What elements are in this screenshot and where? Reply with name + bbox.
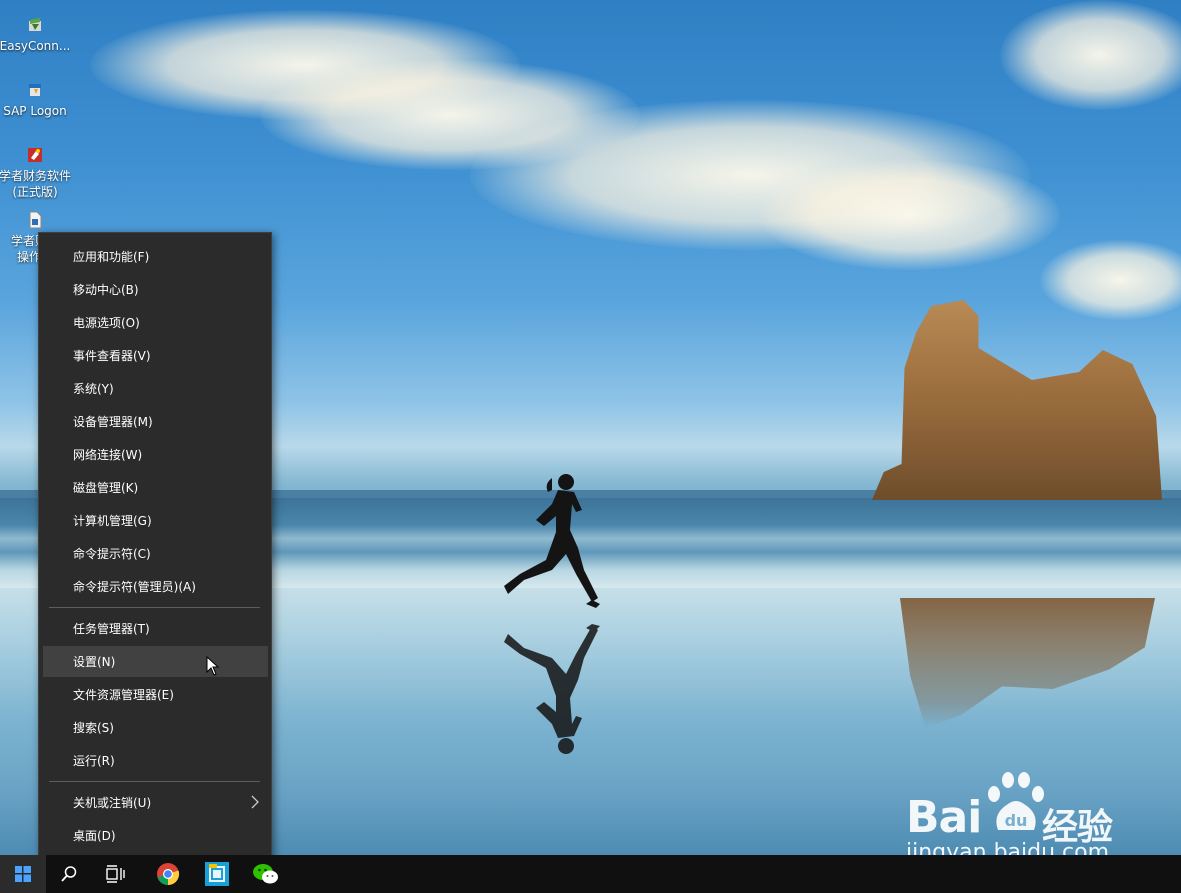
menu-item-file-explorer[interactable]: 文件资源管理器(E) bbox=[43, 679, 268, 710]
wallpaper-cloud bbox=[760, 160, 1060, 270]
taskbar-app-button[interactable] bbox=[194, 855, 240, 893]
menu-item-label: 计算机管理(G) bbox=[73, 514, 152, 528]
menu-item-event-viewer[interactable]: 事件查看器(V) bbox=[43, 340, 268, 371]
menu-item-disk-management[interactable]: 磁盘管理(K) bbox=[43, 472, 268, 503]
menu-item-label: 命令提示符(C) bbox=[73, 547, 151, 561]
watermark-brand: Bai bbox=[906, 792, 982, 843]
menu-item-apps-features[interactable]: 应用和功能(F) bbox=[43, 241, 268, 272]
easyconnect-icon bbox=[29, 18, 41, 31]
menu-item-label: 磁盘管理(K) bbox=[73, 481, 139, 495]
menu-item-system[interactable]: 系统(Y) bbox=[43, 373, 268, 404]
menu-item-desktop[interactable]: 桌面(D) bbox=[43, 820, 268, 851]
menu-item-network-connections[interactable]: 网络连接(W) bbox=[43, 439, 268, 470]
menu-item-settings[interactable]: 设置(N) bbox=[43, 646, 268, 677]
desktop-icon-easyconnect[interactable]: EasyConn... bbox=[0, 16, 70, 54]
wallpaper-cloud bbox=[1040, 240, 1181, 320]
desktop-icon-finance-software[interactable]: 学者财务软件 (正式版) bbox=[0, 146, 72, 200]
desktop-icon-label: SAP Logon bbox=[3, 104, 67, 118]
taskbar-wechat-button[interactable] bbox=[243, 855, 289, 893]
menu-item-power-options[interactable]: 电源选项(O) bbox=[43, 307, 268, 338]
menu-item-mobility-center[interactable]: 移动中心(B) bbox=[43, 274, 268, 305]
menu-item-run[interactable]: 运行(R) bbox=[43, 745, 268, 776]
baidu-jingyan-watermark: Bai du 经验 jingyan.baidu.com bbox=[906, 770, 1176, 866]
document-icon bbox=[29, 211, 42, 229]
menu-item-label: 事件查看器(V) bbox=[73, 349, 151, 363]
start-button[interactable] bbox=[0, 855, 46, 893]
taskbar-search-button[interactable] bbox=[46, 855, 92, 893]
menu-item-label: 系统(Y) bbox=[73, 382, 114, 396]
desktop-icon-label: 学者财务软件 bbox=[0, 169, 72, 183]
menu-item-label: 电源选项(O) bbox=[73, 316, 140, 330]
menu-separator bbox=[49, 781, 260, 782]
menu-item-shutdown-signout[interactable]: 关机或注销(U) bbox=[43, 787, 268, 818]
baidu-paw-icon: du bbox=[988, 772, 1044, 830]
wechat-icon bbox=[253, 864, 278, 884]
taskbar bbox=[0, 855, 1181, 893]
menu-item-label: 任务管理器(T) bbox=[73, 622, 150, 636]
app-icon bbox=[205, 862, 229, 886]
wallpaper-cloud bbox=[1000, 0, 1181, 110]
sap-logon-icon bbox=[29, 84, 41, 96]
menu-item-label: 文件资源管理器(E) bbox=[73, 688, 174, 702]
chevron-right-icon bbox=[251, 795, 259, 809]
menu-item-search[interactable]: 搜索(S) bbox=[43, 712, 268, 743]
menu-item-label: 应用和功能(F) bbox=[73, 250, 150, 264]
desktop-wallpaper: EasyConn... SAP Logon 学者财务软件 (正式版) 学者财务 … bbox=[0, 0, 1181, 893]
desktop-icon-label: (正式版) bbox=[12, 185, 58, 199]
desktop-icon-sap-logon[interactable]: SAP Logon bbox=[0, 81, 70, 119]
menu-item-computer-management[interactable]: 计算机管理(G) bbox=[43, 505, 268, 536]
menu-item-task-manager[interactable]: 任务管理器(T) bbox=[43, 613, 268, 644]
menu-item-label: 网络连接(W) bbox=[73, 448, 143, 462]
finance-software-icon bbox=[28, 148, 42, 162]
menu-separator bbox=[49, 607, 260, 608]
menu-item-label: 设备管理器(M) bbox=[73, 415, 153, 429]
mouse-cursor-icon bbox=[206, 656, 219, 676]
taskbar-chrome-button[interactable] bbox=[145, 855, 191, 893]
menu-item-command-prompt-admin[interactable]: 命令提示符(管理员)(A) bbox=[43, 571, 268, 602]
menu-item-label: 移动中心(B) bbox=[73, 283, 139, 297]
menu-item-device-manager[interactable]: 设备管理器(M) bbox=[43, 406, 268, 437]
chrome-icon bbox=[157, 863, 180, 886]
wallpaper-rock bbox=[871, 300, 1162, 500]
watermark-paw-text: du bbox=[1005, 811, 1028, 830]
start-icon bbox=[15, 866, 31, 882]
wallpaper-runner bbox=[504, 474, 600, 754]
menu-item-label: 桌面(D) bbox=[73, 829, 116, 843]
taskbar-task-view-button[interactable] bbox=[92, 855, 138, 893]
task-view-icon bbox=[106, 865, 125, 883]
desktop-icon-label: EasyConn... bbox=[0, 39, 71, 53]
menu-item-label: 命令提示符(管理员)(A) bbox=[73, 580, 196, 594]
menu-item-label: 关机或注销(U) bbox=[73, 796, 152, 810]
menu-item-label: 搜索(S) bbox=[73, 721, 114, 735]
menu-item-label: 设置(N) bbox=[73, 655, 116, 669]
menu-item-command-prompt[interactable]: 命令提示符(C) bbox=[43, 538, 268, 569]
menu-item-label: 运行(R) bbox=[73, 754, 115, 768]
search-icon bbox=[61, 866, 77, 882]
winx-context-menu: 应用和功能(F) 移动中心(B) 电源选项(O) 事件查看器(V) 系统(Y) … bbox=[38, 232, 272, 861]
